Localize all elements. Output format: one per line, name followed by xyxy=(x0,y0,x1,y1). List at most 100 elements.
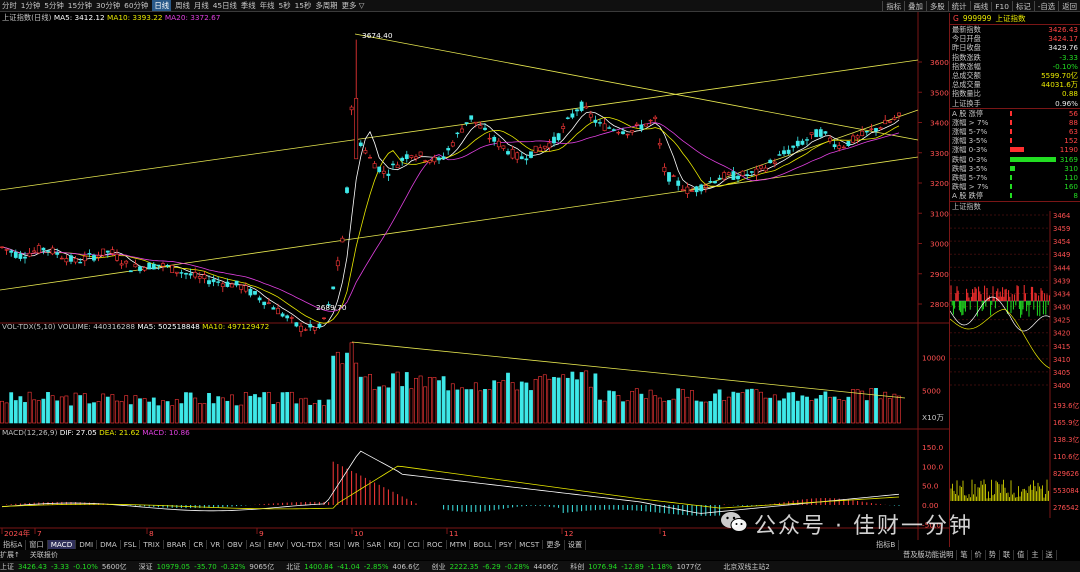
indicator-tab[interactable]: 更多 xyxy=(543,539,565,550)
volume-bar xyxy=(818,395,823,424)
period-tab[interactable]: 更多 ▽ xyxy=(342,0,365,11)
indicator-tab[interactable]: MACD xyxy=(47,540,77,549)
toolbar-button[interactable]: 标记 xyxy=(1011,0,1034,11)
candle xyxy=(630,129,635,136)
vol-ma10: MA10: 497129472 xyxy=(202,322,270,331)
quote-value: 3426.43 xyxy=(1048,25,1078,34)
ma20-line xyxy=(1,122,900,312)
breadth-row: 涨幅 > 7% 88 xyxy=(950,118,1080,127)
quote-row: 总成交量 44031.6万 xyxy=(950,80,1080,89)
ma10-legend: MA10: 3393.22 xyxy=(107,13,163,22)
volume-bar xyxy=(381,385,386,424)
right-tab[interactable]: 送 xyxy=(1043,549,1057,560)
period-tab[interactable]: 30分钟 xyxy=(96,0,120,11)
right-tab[interactable]: 势 xyxy=(986,549,1000,560)
indicator-tab[interactable]: DMI xyxy=(76,540,98,549)
sub-tab[interactable]: 扩展↑ xyxy=(0,550,20,560)
indicator-tab[interactable]: EMV xyxy=(265,540,288,549)
indicator-tab[interactable]: BRAR xyxy=(164,540,191,549)
period-tab[interactable]: 60分钟 xyxy=(124,0,148,11)
toolbar-button[interactable]: 返回 xyxy=(1058,0,1080,11)
toolbar-button[interactable]: 多股 xyxy=(925,0,948,11)
period-tab[interactable]: 1分钟 xyxy=(21,0,40,11)
candle xyxy=(598,118,602,127)
volume-bar xyxy=(18,396,23,424)
indicator-tab[interactable]: TRIX xyxy=(140,540,164,549)
volume-bar xyxy=(285,392,290,424)
volume-bar xyxy=(64,395,69,424)
indicator-tab[interactable]: DMA xyxy=(97,540,121,549)
period-tab[interactable]: 15分钟 xyxy=(68,0,92,11)
volume-bar xyxy=(455,389,460,424)
period-tab[interactable]: 15秒 xyxy=(295,0,312,11)
right-tab[interactable]: 联 xyxy=(1000,549,1015,560)
volume-bar xyxy=(41,398,46,424)
indicator-tab[interactable]: SAR xyxy=(364,540,386,549)
breadth-bar xyxy=(1010,147,1024,153)
volume-bar xyxy=(0,400,4,424)
status-amt: 406.6亿 xyxy=(392,562,420,571)
indicator-tab[interactable]: ASI xyxy=(247,540,266,549)
period-tab[interactable]: 45日线 xyxy=(213,0,237,11)
indicator-tab[interactable]: OBV xyxy=(224,540,247,549)
indicator-tab[interactable]: VR xyxy=(207,540,225,549)
volume-bar xyxy=(565,377,570,424)
toolbar-button[interactable]: 统计 xyxy=(947,0,970,11)
volume-bar xyxy=(257,397,262,424)
toolbar-button[interactable]: 指标 xyxy=(882,0,904,11)
toolbar-button[interactable]: 画线 xyxy=(969,0,992,11)
indicator-tab[interactable]: ROC xyxy=(424,540,447,549)
indicator-tab[interactable]: VOL-TDX xyxy=(288,540,326,549)
indicator-tab[interactable]: 设置 xyxy=(565,539,587,550)
toolbar-button[interactable]: F10 xyxy=(991,1,1012,11)
volume-bar xyxy=(156,405,161,424)
kline-chart[interactable]: 3600 3500 3400 3300 3200 3100 3000 2900 2800 3674… xyxy=(0,12,949,540)
period-tab[interactable]: 月线 xyxy=(194,0,209,11)
sub-tab[interactable]: 关联报价 xyxy=(30,550,58,560)
x-axis-label: 11 xyxy=(449,529,459,538)
period-tab[interactable]: 日线 xyxy=(152,0,172,11)
right-tab[interactable]: 值 xyxy=(1014,549,1029,560)
period-tab[interactable]: 季线 xyxy=(241,0,256,11)
indicator-tab[interactable]: CR xyxy=(190,540,208,549)
volume-bar xyxy=(363,376,368,424)
indicator-tab[interactable]: BOLL xyxy=(470,540,496,549)
mini-y-tick: 3444 xyxy=(1053,264,1070,272)
candle xyxy=(529,151,533,159)
toolbar-button[interactable]: -自选 xyxy=(1033,0,1058,11)
indicator-tab[interactable]: MCST xyxy=(516,540,544,549)
candle xyxy=(671,174,676,177)
period-tab[interactable]: 多周期 xyxy=(315,0,337,11)
quote-value: -3.33 xyxy=(1059,52,1078,62)
toolbar-button[interactable]: 叠加 xyxy=(904,0,926,11)
breadth-bar xyxy=(1010,156,1056,162)
right-tab[interactable]: 价 xyxy=(972,549,986,560)
volume-bar xyxy=(501,380,506,424)
mini-y-tick: 3420 xyxy=(1053,329,1070,337)
period-tab[interactable]: 5秒 xyxy=(279,0,291,11)
indicator-tab[interactable]: FSL xyxy=(121,540,141,549)
volume-bar xyxy=(377,386,382,424)
volume-bar xyxy=(230,394,234,424)
right-tab[interactable]: 笔 xyxy=(957,549,972,560)
period-tab[interactable]: 5分钟 xyxy=(44,0,63,11)
tab-indicator-b[interactable]: 指标B xyxy=(873,539,900,550)
period-tab[interactable]: 年线 xyxy=(260,0,275,11)
indicator-tab[interactable]: CCI xyxy=(405,540,424,549)
indicator-tab[interactable]: MTM xyxy=(447,540,471,549)
indicator-tab[interactable]: 指标A xyxy=(0,539,27,550)
indicator-tab[interactable]: WR xyxy=(345,540,364,549)
indicator-tab[interactable]: KDJ xyxy=(385,540,405,549)
right-tab[interactable]: 普及版功能说明 xyxy=(900,549,958,560)
volume-bar xyxy=(860,390,865,424)
breadth-bar xyxy=(1010,110,1012,116)
indicator-tab[interactable]: RSI xyxy=(326,540,345,549)
candle xyxy=(455,131,460,138)
period-tab[interactable]: 周线 xyxy=(175,0,190,11)
volume-bar xyxy=(372,389,377,424)
tab-intraday[interactable]: 分时 xyxy=(2,0,17,11)
indicator-tab[interactable]: PSY xyxy=(496,540,517,549)
indicator-tab[interactable]: 窗口 xyxy=(26,539,48,550)
intraday-mini-chart[interactable]: 3464 3459 3454 3449 3444 3439 3434 3430 3425 3420… xyxy=(949,210,1080,518)
right-tab[interactable]: 主 xyxy=(1028,549,1043,560)
